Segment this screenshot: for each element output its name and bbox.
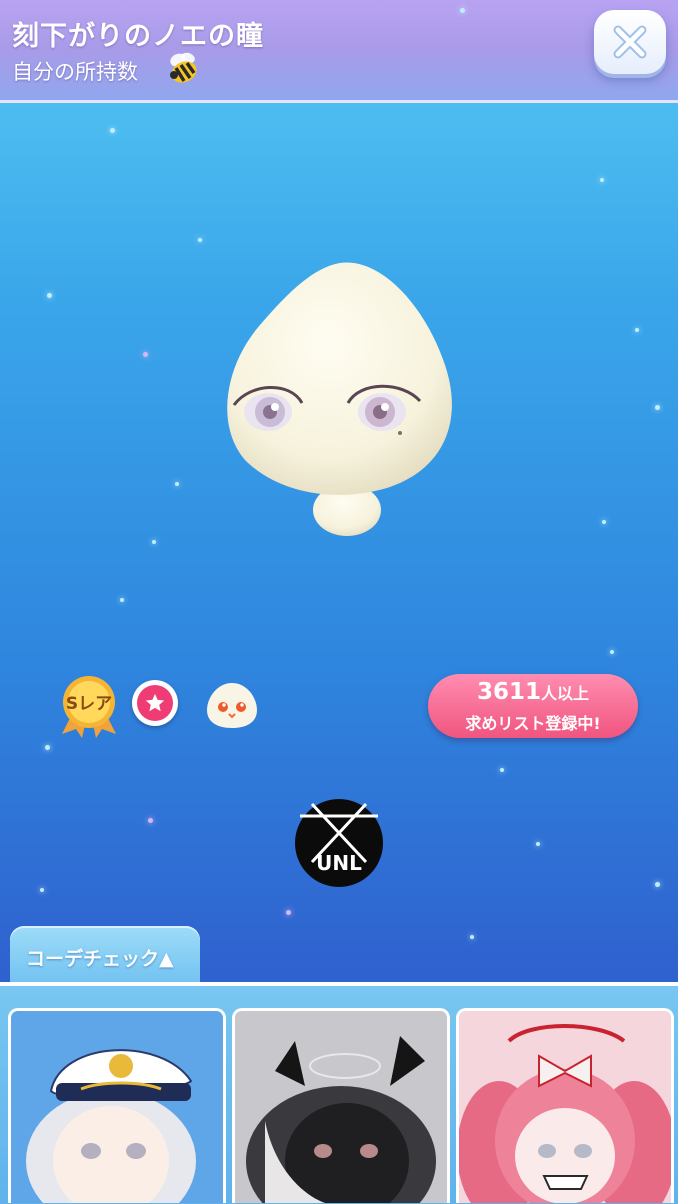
watermark-logo: UNL [295,799,383,887]
wishlist-count-badge: 3611人以上 求めリスト登録中! [428,674,638,738]
wishlist-count: 3611 [476,679,541,705]
close-button[interactable] [594,10,666,74]
wishlist-label: 求めリスト登録中! [465,714,601,733]
star-icon [145,693,165,712]
rarity-badge: Sレア [62,676,116,738]
coordinate-check-tab[interactable]: コーデチェック▲ [10,926,200,988]
item-title: 刻下がりのノエの瞳 [12,21,264,52]
item-preview [227,262,452,536]
owned-count-label: 自分の所持数 [12,60,138,84]
wishlist-unit: 人以上 [541,684,590,703]
pink-twintail-avatar [459,1011,671,1203]
coordinate-check-label: コーデチェック▲ [26,948,174,970]
item-thumbnail-icon [207,683,257,728]
dark-horned-avatar [235,1011,447,1203]
header-bar: 刻下がりのノエの瞳 自分の所持数 [0,0,678,103]
watermark-text: UNL [316,851,362,875]
coordinate-card-3[interactable] [456,1008,674,1203]
rarity-label: Sレア [66,694,112,714]
coordinate-card-2[interactable] [232,1008,450,1203]
favorite-badge[interactable] [132,680,178,726]
coordinate-card-1[interactable] [8,1008,226,1203]
sailor-captain-avatar [11,1011,223,1203]
bee-icon [170,52,197,83]
close-icon [613,25,647,59]
